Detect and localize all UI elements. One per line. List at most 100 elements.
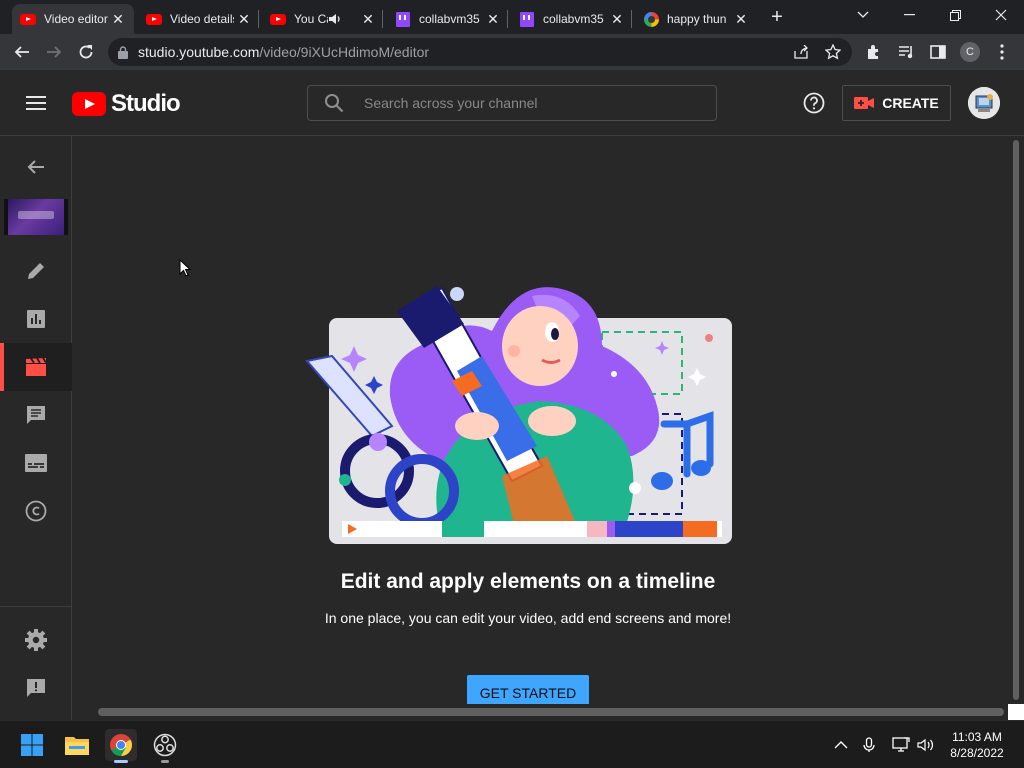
close-tab-icon[interactable]: ✕ <box>733 11 749 27</box>
taskbar-obs[interactable] <box>149 729 181 763</box>
volume-icon[interactable] <box>915 734 937 756</box>
url-host: studio.youtube.com <box>138 44 260 60</box>
folder-icon <box>65 737 89 755</box>
forward-arrow-icon <box>47 46 62 58</box>
youtube-icon <box>20 11 36 27</box>
tab-separator <box>258 10 259 28</box>
system-clock[interactable]: 11:03 AM 8/28/2022 <box>940 729 1014 761</box>
share-icon[interactable] <box>792 43 810 61</box>
lock-icon[interactable] <box>118 45 128 59</box>
studio-header: Studio CREATE <box>0 70 1024 136</box>
sidebar-item-editor[interactable] <box>0 343 72 391</box>
start-button[interactable] <box>16 729 48 761</box>
twitch-icon <box>395 11 411 27</box>
browser-tab-video-details[interactable]: Video details ✕ <box>138 4 260 34</box>
gear-icon <box>25 629 47 651</box>
search-input[interactable] <box>364 95 684 111</box>
youtube-icon <box>146 11 162 27</box>
more-menu-icon[interactable] <box>990 40 1014 64</box>
editor-subtext: In one place, you can edit your video, a… <box>324 610 732 626</box>
studio-logo[interactable]: Studio <box>72 90 181 118</box>
taskbar-chrome[interactable] <box>105 729 137 763</box>
video-thumbnail[interactable] <box>4 199 68 235</box>
close-tab-icon[interactable]: ✕ <box>236 11 252 27</box>
youtube-logo-icon <box>72 92 106 116</box>
comments-icon <box>27 406 45 424</box>
tab-title: collabvm35 <box>419 12 480 26</box>
speaker-icon[interactable] <box>328 11 344 27</box>
sidebar-item-details[interactable] <box>0 247 72 295</box>
browser-tab-collabvm-1[interactable]: collabvm35 ✕ <box>387 4 509 34</box>
windows-logo-icon <box>21 734 43 756</box>
forward-button[interactable] <box>42 40 66 64</box>
sidebar-divider <box>0 606 71 607</box>
minimize-icon[interactable] <box>886 0 932 30</box>
reload-button[interactable] <box>74 40 98 64</box>
google-icon <box>643 11 659 27</box>
restore-icon[interactable] <box>932 0 978 30</box>
video-camera-icon <box>854 97 875 109</box>
back-button[interactable] <box>10 40 34 64</box>
close-window-icon[interactable] <box>978 0 1024 30</box>
sidebar-item-feedback[interactable] <box>0 664 72 712</box>
tab-separator <box>631 10 632 28</box>
hamburger-menu-icon[interactable] <box>26 96 46 110</box>
clock-date: 8/28/2022 <box>950 746 1004 760</box>
sidebar-item-analytics[interactable] <box>0 295 72 343</box>
vertical-scrollbar[interactable] <box>1008 136 1024 706</box>
clock-time: 11:03 AM <box>952 730 1002 744</box>
close-tab-icon[interactable]: ✕ <box>609 11 625 27</box>
media-control-icon[interactable] <box>894 40 918 64</box>
sidebar-item-comments[interactable] <box>0 391 72 439</box>
help-icon[interactable] <box>802 91 826 115</box>
windows-taskbar: 11:03 AM 8/28/2022 <box>0 720 1024 768</box>
reload-icon <box>79 45 93 59</box>
sidebar-item-back[interactable] <box>0 143 72 191</box>
close-tab-icon[interactable]: ✕ <box>360 11 376 27</box>
close-tab-icon[interactable]: ✕ <box>110 11 126 27</box>
tab-search-chevron-icon[interactable] <box>840 0 886 30</box>
taskbar-file-explorer[interactable] <box>61 729 93 761</box>
feedback-icon <box>27 679 45 697</box>
close-tab-icon[interactable]: ✕ <box>485 11 501 27</box>
back-arrow-icon <box>14 46 29 58</box>
extensions-puzzle-icon[interactable] <box>862 40 886 64</box>
sidebar-item-settings[interactable] <box>0 616 72 664</box>
browser-tab-you-can[interactable]: You Can ✕ <box>262 4 384 34</box>
subtitles-icon <box>25 454 47 472</box>
tab-title: Video editor <box>44 12 108 26</box>
network-icon[interactable] <box>890 734 912 756</box>
tab-title: You Can <box>294 12 328 26</box>
create-label: CREATE <box>882 95 939 111</box>
bookmark-star-icon[interactable] <box>824 43 842 61</box>
copyright-icon <box>25 500 47 522</box>
tab-separator <box>507 10 508 28</box>
side-panel-icon[interactable] <box>926 40 950 64</box>
profile-button[interactable]: C <box>958 40 982 64</box>
address-bar[interactable]: studio.youtube.com/video/9iXUcHdimoM/edi… <box>108 38 852 66</box>
editor-illustration <box>305 286 732 544</box>
get-started-button[interactable]: GET STARTED <box>467 675 589 706</box>
horizontal-scrollbar[interactable] <box>72 704 1024 720</box>
back-arrow-icon <box>27 160 44 174</box>
sidebar-item-subtitles[interactable] <box>0 439 72 487</box>
browser-tab-collabvm-2[interactable]: collabvm35 ✕ <box>511 4 633 34</box>
browser-tab-happy-thun[interactable]: happy thun ✕ <box>635 4 757 34</box>
new-tab-icon[interactable]: + <box>766 7 788 29</box>
youtube-icon <box>270 11 286 27</box>
tab-title: happy thun <box>667 12 727 26</box>
url-path: /video/9iXUcHdimoM/editor <box>259 44 430 60</box>
tab-separator <box>382 10 383 28</box>
profile-avatar: C <box>960 42 980 62</box>
pencil-icon <box>28 263 44 279</box>
browser-tab-video-editor[interactable]: Video editor ✕ <box>12 4 134 34</box>
channel-avatar[interactable] <box>968 87 1000 119</box>
create-button[interactable]: CREATE <box>842 85 951 121</box>
sidebar-item-copyright[interactable] <box>0 487 72 535</box>
channel-search[interactable] <box>307 85 717 121</box>
tray-overflow-chevron-icon[interactable] <box>830 734 852 756</box>
clapperboard-icon <box>26 357 47 376</box>
editor-headline: Edit and apply elements on a timeline <box>340 570 716 593</box>
tab-title: collabvm35 <box>543 12 604 26</box>
microphone-icon[interactable] <box>858 734 880 756</box>
